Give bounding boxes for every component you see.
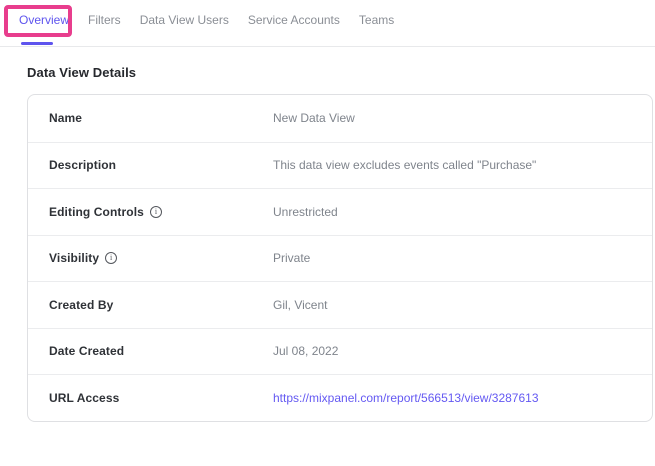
row-value: This data view excludes events called "P… <box>273 158 652 172</box>
tab-bar: Overview Filters Data View Users Service… <box>0 0 655 47</box>
row-label: Name <box>49 111 82 125</box>
info-icon[interactable]: i <box>105 252 117 264</box>
tab-data-view-users[interactable]: Data View Users <box>140 13 229 27</box>
tab-overview[interactable]: Overview <box>19 13 69 27</box>
row-label: Visibility <box>49 251 99 265</box>
data-view-details-card: Name New Data View Description This data… <box>27 94 653 422</box>
table-row-created-by: Created By Gil, Vicent <box>28 281 652 328</box>
table-row-editing-controls: Editing Controls i Unrestricted <box>28 188 652 235</box>
row-value: Gil, Vicent <box>273 298 652 312</box>
info-icon[interactable]: i <box>150 206 162 218</box>
url-access-link[interactable]: https://mixpanel.com/report/566513/view/… <box>273 391 539 405</box>
row-value: Jul 08, 2022 <box>273 344 652 358</box>
row-label: Date Created <box>49 344 124 358</box>
row-label: Created By <box>49 298 113 312</box>
row-label: Description <box>49 158 116 172</box>
row-label: URL Access <box>49 391 119 405</box>
table-row-url-access: URL Access https://mixpanel.com/report/5… <box>28 374 652 421</box>
table-row-date-created: Date Created Jul 08, 2022 <box>28 328 652 375</box>
page-title: Data View Details <box>27 65 655 80</box>
tab-filters[interactable]: Filters <box>88 13 121 27</box>
table-row-visibility: Visibility i Private <box>28 235 652 282</box>
active-tab-indicator <box>21 42 53 45</box>
row-value: Private <box>273 251 652 265</box>
table-row-description: Description This data view excludes even… <box>28 142 652 189</box>
tab-service-accounts[interactable]: Service Accounts <box>248 13 340 27</box>
row-value: New Data View <box>273 111 652 125</box>
table-row-name: Name New Data View <box>28 95 652 142</box>
row-label: Editing Controls <box>49 205 144 219</box>
row-value: Unrestricted <box>273 205 652 219</box>
tab-teams[interactable]: Teams <box>359 13 394 27</box>
